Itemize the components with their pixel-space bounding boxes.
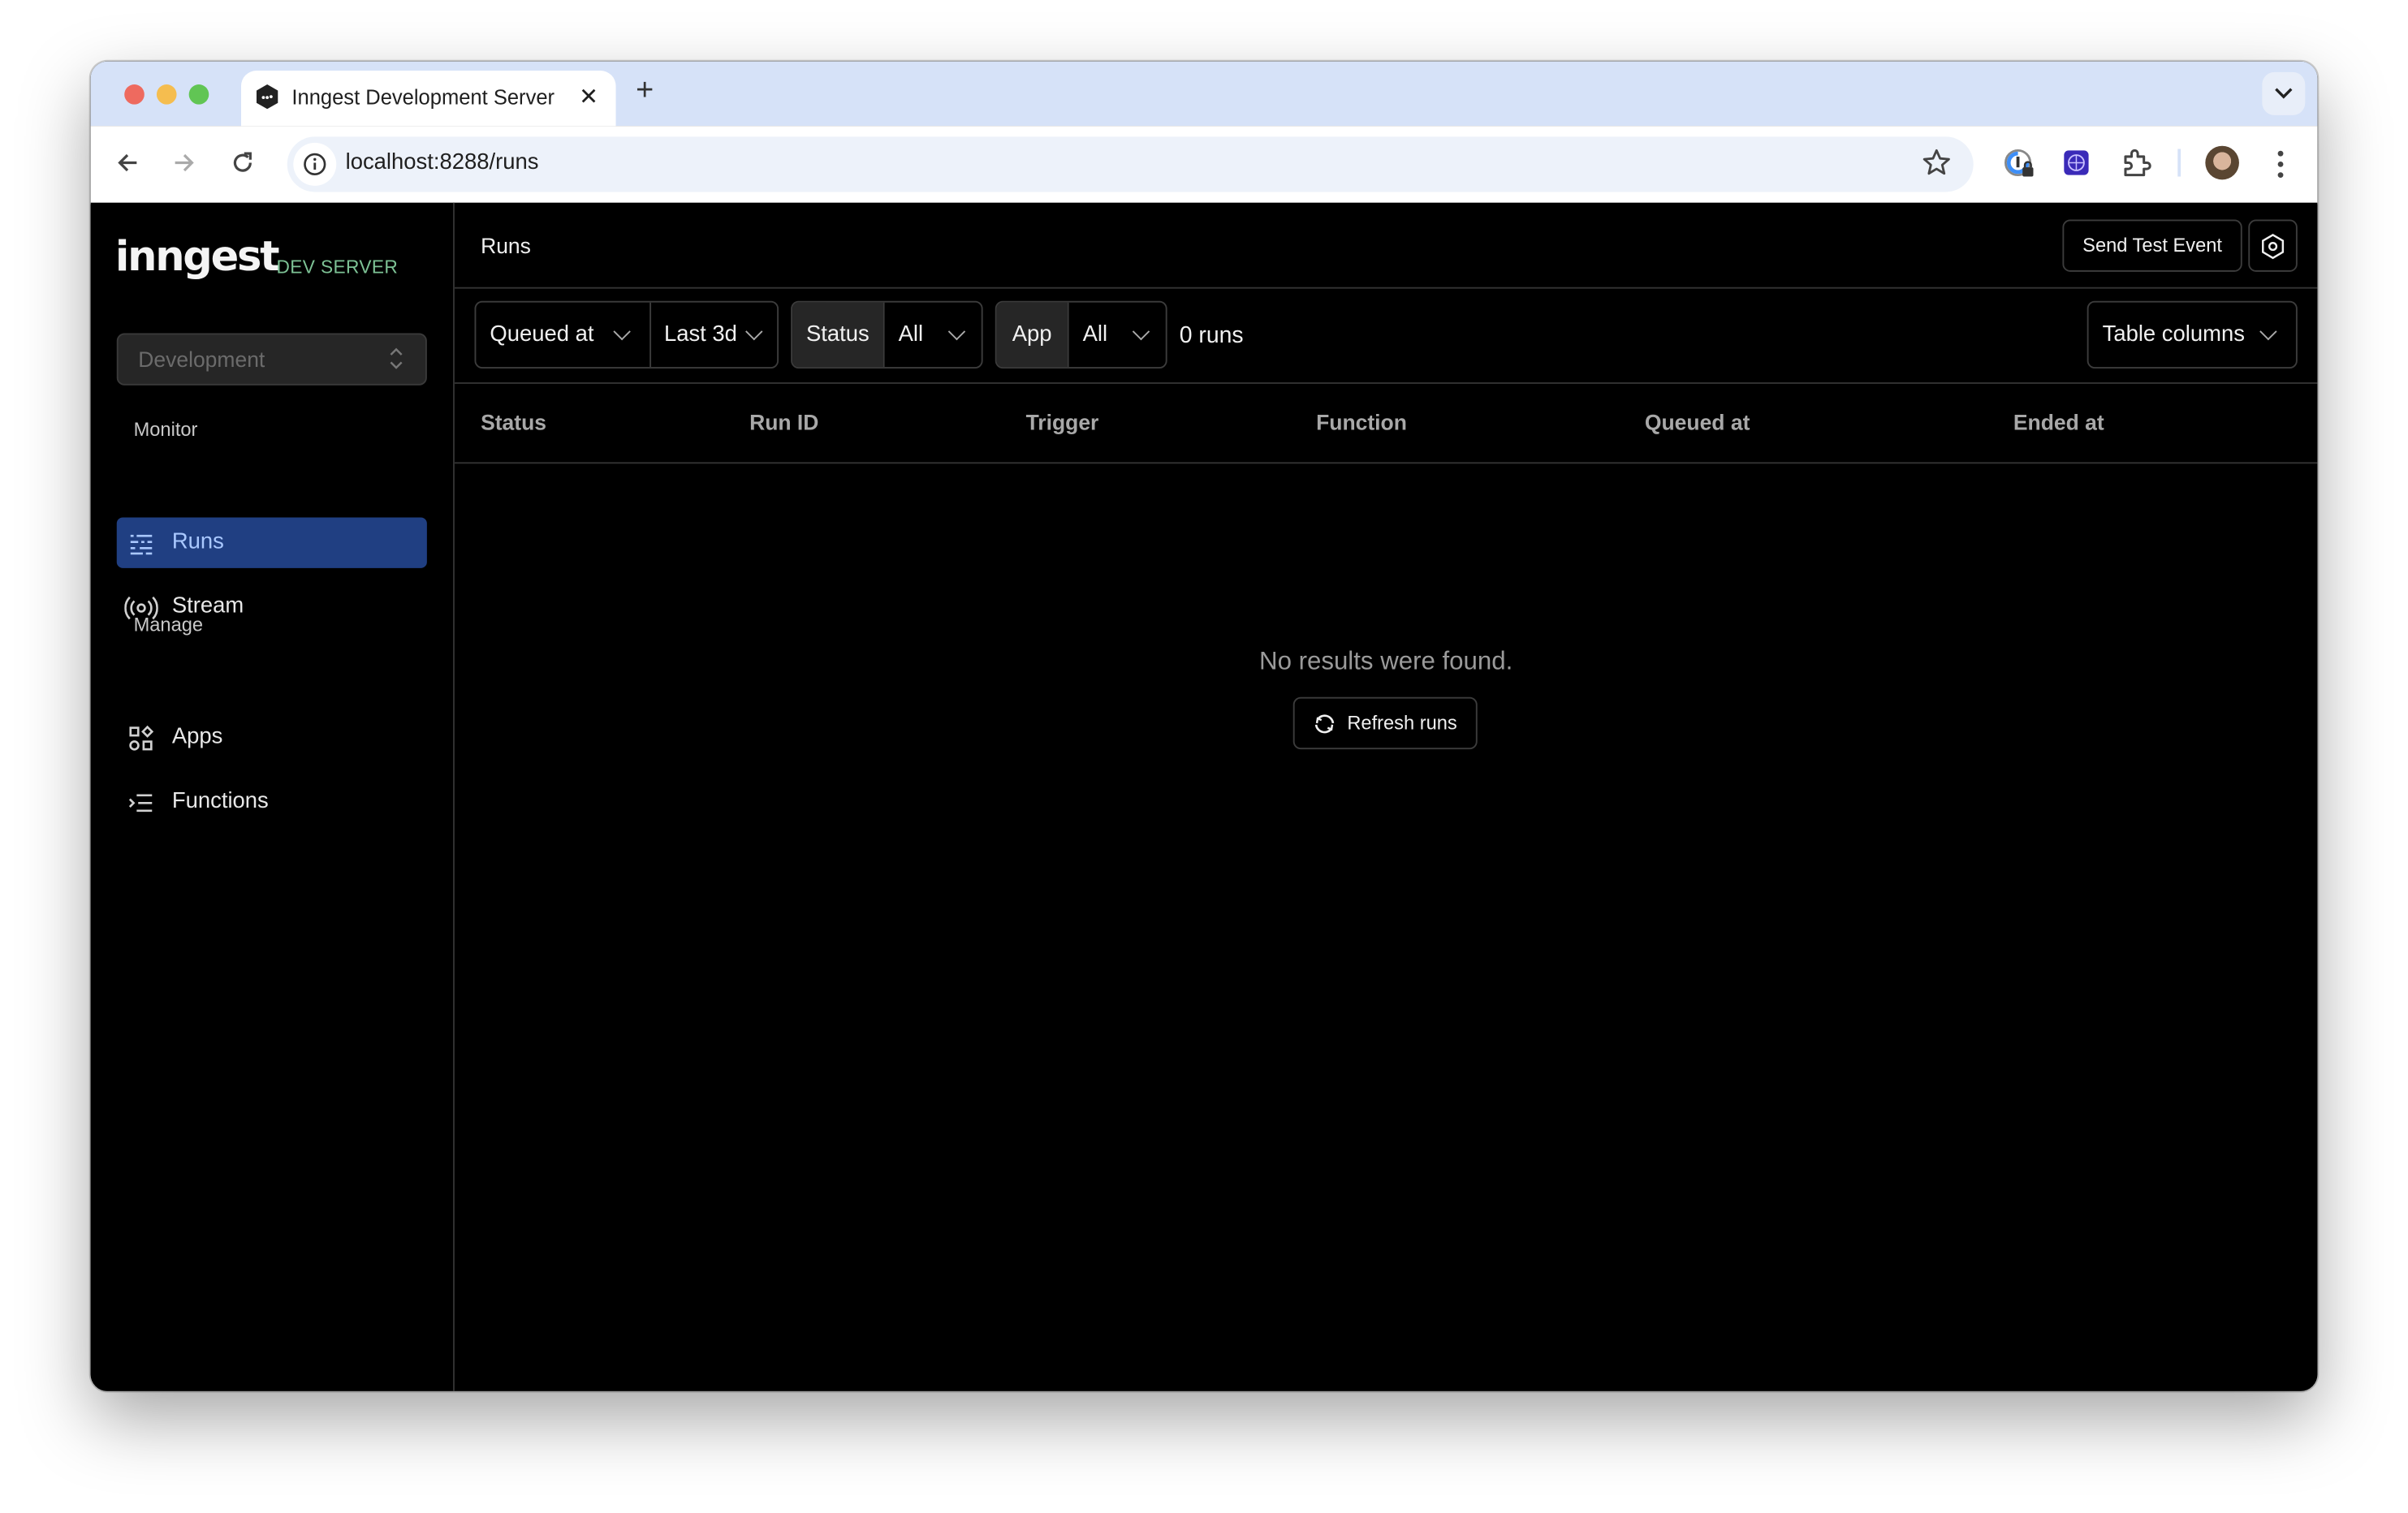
- sidebar-item-functions[interactable]: Functions: [117, 777, 427, 827]
- apps-grid-icon: [129, 725, 154, 751]
- maximize-window-button[interactable]: [188, 84, 209, 105]
- main-content: Runs Send Test Event Queued at Last 3d S…: [454, 203, 2318, 1391]
- new-tab-icon[interactable]: +: [636, 74, 654, 110]
- address-bar[interactable]: localhost:8288/runs: [287, 136, 1974, 192]
- empty-state: No results were found.: [455, 648, 2318, 677]
- chevron-down-icon: [2259, 322, 2277, 341]
- filter-bar: Queued at Last 3d Status All App All 0 r…: [454, 289, 2318, 384]
- globe-extension-icon[interactable]: [2062, 149, 2090, 176]
- tab-strip: Inngest Development Server ✕ +: [90, 61, 2318, 127]
- sidebar-item-label: Runs: [171, 529, 224, 554]
- app-filter-select[interactable]: All: [1067, 302, 1166, 368]
- reload-button[interactable]: [227, 148, 258, 179]
- app-root: inngest DEV SERVER Development Monitor R…: [90, 202, 2318, 1391]
- chevron-down-icon: [614, 322, 632, 341]
- app-filter[interactable]: App All: [995, 300, 1167, 369]
- page-header: Runs Send Test Event: [454, 203, 2318, 289]
- empty-state-message: No results were found.: [1259, 648, 1513, 676]
- inngest-logo: inngest: [114, 233, 280, 282]
- page-title: Runs: [481, 233, 531, 258]
- time-field-select[interactable]: Queued at: [476, 303, 650, 367]
- run-count: 0 runs: [1179, 322, 1244, 349]
- sidebar-item-label: Apps: [171, 724, 223, 750]
- column-header-run-id[interactable]: Run ID: [749, 410, 818, 434]
- settings-hex-icon: [2262, 233, 2285, 259]
- close-tab-icon[interactable]: ✕: [579, 83, 598, 110]
- column-header-function[interactable]: Function: [1316, 410, 1407, 434]
- time-filter: Queued at Last 3d: [474, 300, 779, 369]
- status-filter-select[interactable]: All: [883, 302, 982, 368]
- refresh-runs-label: Refresh runs: [1347, 712, 1457, 735]
- back-button[interactable]: [112, 148, 143, 179]
- status-filter[interactable]: Status All: [791, 300, 983, 369]
- browser-window: Inngest Development Server ✕ + localhost…: [90, 61, 2318, 1391]
- extensions-puzzle-icon[interactable]: [2119, 148, 2153, 182]
- chevron-down-icon: [2275, 88, 2293, 99]
- tab-search-button[interactable]: [2262, 71, 2306, 115]
- app-filter-label: App: [996, 302, 1068, 368]
- column-header-trigger[interactable]: Trigger: [1026, 410, 1099, 434]
- toolbar-divider: [2177, 149, 2181, 177]
- browser-tab-active[interactable]: Inngest Development Server ✕: [240, 71, 616, 127]
- time-field-value: Queued at: [490, 322, 594, 347]
- window-controls: [124, 84, 209, 105]
- status-filter-value: All: [898, 322, 924, 347]
- dev-server-badge: DEV SERVER: [276, 256, 399, 278]
- forward-button[interactable]: [169, 148, 200, 179]
- chevron-up-down-icon: [390, 347, 403, 369]
- close-window-button[interactable]: [124, 84, 145, 105]
- table-columns-button[interactable]: Table columns: [2087, 300, 2298, 369]
- environment-label: Development: [138, 347, 265, 372]
- arrow-right-icon: [175, 153, 194, 172]
- chevron-down-icon: [745, 322, 763, 341]
- send-test-event-button[interactable]: Send Test Event: [2062, 219, 2242, 272]
- more-menu-icon[interactable]: [2268, 148, 2293, 182]
- section-label-monitor: Monitor: [133, 419, 198, 441]
- column-header-ended-at[interactable]: Ended at: [2013, 410, 2104, 434]
- runs-icon: [130, 534, 153, 555]
- status-filter-label: Status: [792, 302, 883, 368]
- url-text[interactable]: localhost:8288/runs: [346, 150, 539, 175]
- runs-table-header: Status Run ID Trigger Function Queued at…: [454, 384, 2318, 464]
- column-header-status[interactable]: Status: [481, 410, 546, 434]
- reload-icon: [233, 152, 252, 172]
- password-manager-extension-icon[interactable]: [2003, 148, 2037, 182]
- column-header-queued-at[interactable]: Queued at: [1645, 410, 1750, 434]
- table-columns-label: Table columns: [2102, 322, 2245, 347]
- sidebar-item-label: Functions: [171, 789, 269, 814]
- refresh-icon: [1315, 713, 1335, 733]
- sidebar-item-apps[interactable]: Apps: [117, 713, 427, 763]
- site-info-icon[interactable]: [293, 142, 337, 186]
- app-filter-value: All: [1082, 322, 1108, 347]
- browser-toolbar: localhost:8288/runs: [90, 126, 2318, 205]
- profile-avatar[interactable]: [2205, 145, 2239, 180]
- refresh-runs-button[interactable]: Refresh runs: [1292, 696, 1478, 750]
- arrow-left-icon: [118, 153, 137, 172]
- minimize-window-button[interactable]: [156, 84, 177, 105]
- sidebar-item-runs[interactable]: Runs: [116, 517, 427, 568]
- help-and-feedback-link[interactable]: Help and Feedback: [117, 1382, 427, 1390]
- functions-list-icon: [128, 794, 153, 813]
- environment-selector[interactable]: Development: [116, 333, 427, 386]
- settings-button[interactable]: [2248, 219, 2298, 272]
- section-label-manage: Manage: [133, 614, 204, 636]
- sidebar: inngest DEV SERVER Development Monitor R…: [91, 202, 455, 1391]
- chevron-down-icon: [947, 322, 966, 341]
- inngest-favicon-icon: [256, 84, 278, 110]
- chevron-down-icon: [1132, 322, 1150, 341]
- time-range-select[interactable]: Last 3d: [649, 302, 777, 368]
- tab-title: Inngest Development Server: [291, 85, 555, 110]
- table-columns-cell: Table columns: [2089, 303, 2296, 367]
- time-range-value: Last 3d: [663, 322, 737, 347]
- bookmark-star-icon[interactable]: [1921, 148, 1952, 179]
